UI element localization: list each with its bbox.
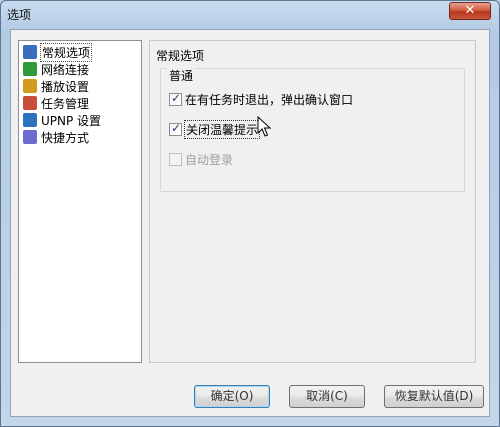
general-group: 普通 在有任务时退出，弹出确认窗口 关闭温馨提示 自动登录 [160, 67, 465, 192]
options-dialog: 选项 ✕ 常规选项 网络连接 播放设置 任务管理 UPNP 设置 快捷方式 常规… [0, 0, 500, 427]
category-tree: 常规选项 网络连接 播放设置 任务管理 UPNP 设置 快捷方式 [18, 40, 142, 363]
tree-item-label: 常规选项 [39, 42, 93, 62]
task-icon [23, 96, 37, 110]
tree-item-upnp[interactable]: UPNP 设置 [23, 112, 101, 128]
tree-item-label: 任务管理 [41, 96, 90, 111]
tree-item-general[interactable]: 常规选项 [23, 42, 93, 62]
auto-login-option: 自动登录 [169, 151, 233, 168]
close-button[interactable]: ✕ [449, 2, 491, 20]
confirm-exit-checkbox[interactable] [169, 91, 182, 106]
general-settings-icon [23, 45, 37, 59]
tree-item-shortcuts[interactable]: 快捷方式 [23, 129, 89, 145]
tree-item-label: 播放设置 [41, 79, 90, 94]
tree-item-tasks[interactable]: 任务管理 [23, 95, 89, 111]
settings-panel: 常规选项 普通 在有任务时退出，弹出确认窗口 关闭温馨提示 自动登录 [149, 40, 476, 363]
close-tips-checkbox[interactable] [169, 121, 182, 136]
group-title: 普通 [167, 67, 196, 84]
playback-icon [23, 79, 37, 93]
confirm-exit-label: 在有任务时退出，弹出确认窗口 [185, 93, 354, 107]
confirm-exit-option[interactable]: 在有任务时退出，弹出确认窗口 [169, 91, 353, 108]
tree-item-label: 快捷方式 [41, 130, 90, 145]
mouse-cursor-icon [257, 116, 272, 137]
upnp-icon [23, 113, 37, 127]
tree-item-label: 网络连接 [41, 62, 90, 77]
title-bar[interactable]: 选项 ✕ [1, 1, 499, 27]
ok-button[interactable]: 确定(O) [194, 385, 270, 408]
auto-login-label: 自动登录 [185, 153, 234, 167]
close-tips-label: 关闭温馨提示 [183, 120, 261, 139]
panel-title: 常规选项 [156, 49, 205, 63]
auto-login-checkbox [169, 153, 182, 166]
shortcut-icon [23, 130, 37, 144]
tree-item-network[interactable]: 网络连接 [23, 61, 89, 77]
window-title: 选项 [7, 8, 32, 22]
tree-item-playback[interactable]: 播放设置 [23, 78, 89, 94]
dialog-body: 常规选项 网络连接 播放设置 任务管理 UPNP 设置 快捷方式 常规选项 普通… [10, 29, 490, 417]
tree-item-label: UPNP 设置 [41, 113, 102, 128]
restore-defaults-button[interactable]: 恢复默认值(D) [384, 385, 484, 408]
cancel-button[interactable]: 取消(C) [289, 385, 365, 408]
close-tips-option[interactable]: 关闭温馨提示 [169, 120, 261, 139]
network-icon [23, 62, 37, 76]
